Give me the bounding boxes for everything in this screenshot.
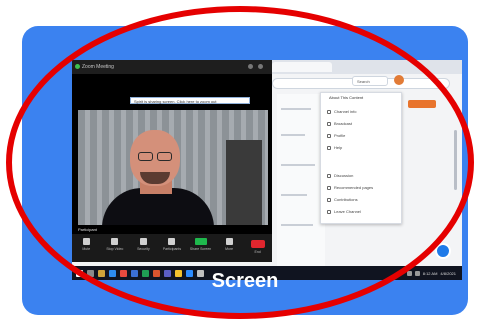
panel-title: About This Content — [329, 95, 364, 100]
participants-button[interactable]: Participants — [161, 238, 183, 251]
share-screen-icon — [194, 238, 207, 245]
share-notification[interactable]: Spirit is sharing screen. Click here to … — [130, 97, 250, 104]
browser-tab[interactable] — [272, 62, 332, 72]
stop-video-button[interactable]: Stop Video — [104, 238, 126, 251]
help-icon — [327, 145, 331, 150]
channel-info-panel: About This Content Channel info Broadcas… — [320, 92, 402, 224]
card-label: Screen — [211, 270, 279, 292]
chair — [226, 140, 262, 225]
video-camera-icon — [111, 238, 119, 245]
floating-action-button[interactable] — [435, 243, 451, 259]
zoom-toolbar: Mute Stop Video Security Participants Sh… — [72, 234, 272, 262]
share-screen-button[interactable]: Share Screen — [190, 238, 212, 251]
pages-icon — [327, 185, 331, 190]
panel-item[interactable]: Broadcast — [327, 121, 352, 126]
search-input[interactable]: Search — [352, 76, 388, 86]
mute-button[interactable]: Mute — [75, 238, 97, 251]
zoom-window-title: Zoom Meeting — [82, 64, 114, 70]
end-meeting-button[interactable]: End — [247, 238, 269, 254]
page-content — [277, 94, 325, 274]
zoom-meeting-window: Zoom Meeting Spirit is sharing screen. C… — [72, 60, 272, 262]
end-button-shape — [250, 240, 265, 248]
text-line — [281, 164, 315, 166]
discussion-icon — [327, 173, 331, 178]
panel-item[interactable]: Profile — [327, 133, 345, 138]
glasses-lens — [138, 152, 153, 161]
glasses — [134, 152, 176, 162]
info-icon — [327, 109, 331, 114]
more-button[interactable]: More — [218, 238, 240, 251]
text-line — [281, 134, 305, 136]
panel-item[interactable]: Channel info — [327, 109, 356, 114]
participant-name: Participant — [78, 227, 97, 232]
more-icon — [225, 238, 233, 245]
security-button[interactable]: Security — [132, 238, 154, 251]
microphone-icon — [82, 238, 90, 245]
text-line — [281, 108, 311, 110]
screen-preview: Search About This Content Channel info B… — [72, 60, 462, 280]
panel-item[interactable]: Help — [327, 145, 342, 150]
text-line — [281, 224, 313, 226]
window-control-icon[interactable] — [75, 64, 80, 69]
contributions-icon — [327, 197, 331, 202]
panel-item[interactable]: Contributions — [327, 197, 358, 202]
leave-icon — [327, 209, 331, 214]
orange-action-button[interactable] — [408, 100, 436, 108]
glasses-lens — [157, 152, 172, 161]
profile-icon — [327, 133, 331, 138]
expand-icon[interactable] — [258, 64, 263, 69]
avatar[interactable] — [394, 75, 404, 85]
minimize-icon[interactable] — [248, 64, 253, 69]
broadcast-icon — [327, 121, 331, 126]
text-line — [281, 194, 307, 196]
scrollbar[interactable] — [454, 130, 457, 190]
participant-video — [78, 110, 268, 225]
panel-item[interactable]: Recommended pages — [327, 185, 373, 190]
panel-item[interactable]: Leave Channel — [327, 209, 361, 214]
zoom-title-bar: Zoom Meeting — [72, 60, 272, 74]
panel-item[interactable]: Discussion — [327, 173, 353, 178]
people-icon — [168, 238, 176, 245]
screen-share-card[interactable]: Search About This Content Channel info B… — [22, 26, 468, 315]
shield-icon — [139, 238, 147, 245]
